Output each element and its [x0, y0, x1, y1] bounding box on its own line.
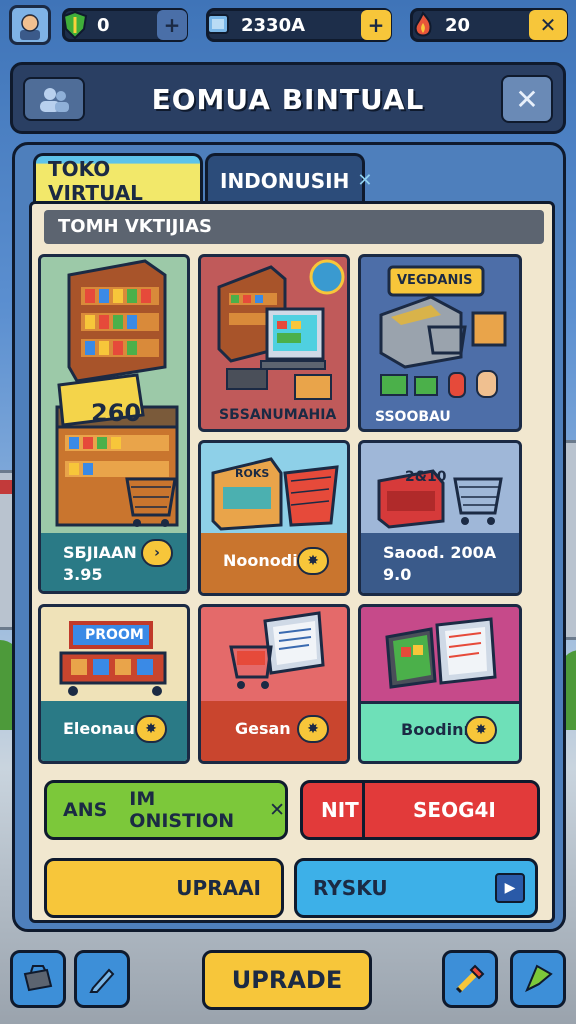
- section-title: TOMH VKTIJIAS: [44, 210, 544, 244]
- shop-card-tablet[interactable]: Boodinn ✸: [358, 604, 522, 764]
- card-footer: Eleonau ✸: [41, 701, 187, 761]
- card-label: Saood. 200A: [383, 543, 497, 562]
- card-price: 3.95: [63, 565, 103, 584]
- shop-card-register[interactable]: 2&10 Saood. 200A 9.0: [358, 440, 522, 596]
- top-bar: 0 + 2330A + 20 ✕: [0, 0, 576, 50]
- resource-energy: 20 ✕: [410, 8, 568, 42]
- coin-stack-icon: [203, 9, 235, 41]
- tablet-devices-icon: [385, 617, 497, 689]
- card-price: 9.0: [383, 565, 412, 584]
- arrow-badge-icon[interactable]: ›: [141, 539, 173, 567]
- page-title: EOMUA BINTUAL: [151, 83, 425, 116]
- big-price-tag: 260: [91, 399, 142, 427]
- play-arrow-icon: ▶: [495, 873, 525, 903]
- star-badge-icon[interactable]: ✸: [297, 715, 329, 743]
- close-button[interactable]: ✕: [501, 75, 553, 123]
- shop-card-online[interactable]: Gesan ✸: [198, 604, 350, 764]
- card-label: Noonodi: [223, 551, 298, 570]
- player-avatar[interactable]: [9, 5, 51, 45]
- laptop-cart-icon: [229, 611, 325, 689]
- card-label: Gesan: [235, 719, 291, 738]
- shop-card-vegetables[interactable]: VEGDANIS SSOOBAU: [358, 254, 522, 432]
- market-stall-icon: [211, 457, 339, 531]
- star-badge-icon[interactable]: ✸: [465, 716, 497, 744]
- red-action-left: NIT: [303, 783, 365, 837]
- fire-bolt-icon: [407, 9, 439, 41]
- add-gems-button[interactable]: +: [157, 10, 187, 40]
- green-close-icon: ✕: [269, 799, 285, 821]
- bottom-edit-button[interactable]: [74, 950, 130, 1008]
- shop-card-market[interactable]: ROKS Noonodi ✸: [198, 440, 350, 596]
- bottom-tools-button[interactable]: [442, 950, 498, 1008]
- yellow-upgrade-button[interactable]: UPRAAI: [44, 858, 284, 918]
- green-action-left: ANS: [63, 799, 108, 821]
- card-footer: Saood. 200A 9.0: [361, 533, 519, 593]
- display-shelf-illustration: [217, 259, 345, 400]
- cash-register-icon: [377, 469, 503, 529]
- blue-button-label: RYSKU: [313, 876, 388, 900]
- green-action-label: IM ONISTION: [129, 788, 235, 832]
- card-label: Boodinn: [401, 720, 475, 739]
- tab-toko-virtual[interactable]: TOKO VIRTUAL: [33, 153, 203, 205]
- coin-count: 2330A: [241, 14, 306, 36]
- shop-panel: TOKO VIRTUAL INDONUSIH ✕ TOMH VKTIJIAS 2…: [12, 142, 566, 932]
- market-sign: ROKS: [235, 467, 270, 480]
- map-pin-icon: [525, 964, 553, 993]
- close-top-button[interactable]: ✕: [529, 10, 567, 40]
- energy-count: 20: [445, 14, 471, 36]
- yellow-button-label: UPRAAI: [176, 876, 261, 900]
- card-label: SБJIAAN: [63, 543, 137, 562]
- upgrade-button[interactable]: UPRADE: [202, 950, 372, 1010]
- star-badge-icon[interactable]: ✸: [297, 547, 329, 575]
- tab-indonusih[interactable]: INDONUSIH ✕: [205, 153, 372, 205]
- shop-card-display[interactable]: SБSANUMAHIA: [198, 254, 350, 432]
- green-action-button[interactable]: ANS IM ONISTION ✕: [44, 780, 288, 840]
- red-action-label: SEOG4I: [413, 798, 496, 822]
- card-footer: Noonodi ✸: [201, 533, 347, 593]
- card-footer: Boodinn ✸: [361, 701, 519, 761]
- tab-label: TOKO VIRTUAL: [48, 156, 143, 205]
- shop-card-big[interactable]: 260 SБJIAAN 3.95 ›: [38, 254, 190, 594]
- add-coins-button[interactable]: +: [361, 10, 391, 40]
- card-label: SБSANUMAHIA: [219, 407, 337, 423]
- bag-icon: [23, 965, 53, 992]
- upgrade-label: UPRADE: [231, 966, 343, 994]
- gem-count: 0: [97, 14, 110, 36]
- title-panel: EOMUA BINTUAL ✕: [10, 62, 566, 134]
- blue-action-button[interactable]: RYSKU ▶: [294, 858, 538, 918]
- star-badge-icon[interactable]: ✸: [135, 715, 167, 743]
- card-footer: SБJIAAN 3.95 ›: [41, 533, 187, 591]
- promo-stand-icon: [59, 621, 167, 696]
- card-label: SSOOBAU: [375, 409, 451, 425]
- card-label: Eleonau: [63, 719, 135, 738]
- resource-coins: 2330A +: [206, 8, 392, 42]
- resource-gems: 0 +: [62, 8, 188, 42]
- bottom-map-button[interactable]: [510, 950, 566, 1008]
- red-action-button[interactable]: NIT SEOG4I: [300, 780, 540, 840]
- tab-label: INDONUSIH: [220, 168, 350, 193]
- bottom-bag-button[interactable]: [10, 950, 66, 1008]
- shelf-and-stall-illustration: [55, 259, 179, 527]
- avatar-face-icon: [20, 14, 40, 40]
- promo-sign: PROOM: [85, 627, 144, 643]
- vegetable-banner-text: VEGDANIS: [397, 273, 473, 288]
- pencil-icon: [89, 968, 115, 993]
- shop-content: TOMH VKTIJIAS 260 SБJIAAN 3.95 › SБSANUM…: [29, 201, 555, 923]
- card-footer: Gesan ✸: [201, 701, 347, 761]
- tools-icon: [455, 964, 485, 994]
- tab-close-icon[interactable]: ✕: [357, 170, 372, 191]
- gem-shield-icon: [59, 9, 91, 41]
- shop-card-promo[interactable]: PROOM Eleonau ✸: [38, 604, 190, 764]
- register-tag: 2&10: [405, 469, 447, 485]
